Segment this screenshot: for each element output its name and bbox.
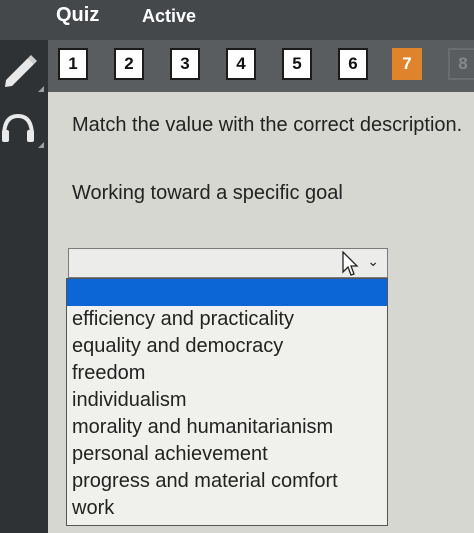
question-navigator: 1 2 3 4 5 6 7 8 — [48, 40, 474, 92]
tool-menu-corner-icon — [38, 142, 44, 148]
dropdown-option[interactable]: personal achievement — [67, 441, 387, 468]
dropdown-option[interactable]: morality and humanitarianism — [67, 414, 387, 441]
dropdown-option[interactable]: freedom — [67, 360, 387, 387]
app-title: Quiz — [56, 4, 100, 26]
dropdown-option-blank[interactable] — [67, 279, 387, 306]
tool-menu-corner-icon — [38, 86, 44, 92]
match-item-text: Working toward a specific goal — [72, 182, 343, 204]
dropdown-option[interactable]: efficiency and practicality — [67, 306, 387, 333]
question-7-button[interactable]: 7 — [392, 48, 422, 80]
question-8-button[interactable]: 8 — [448, 48, 474, 80]
pencil-tool-button[interactable] — [0, 44, 48, 96]
question-3-button[interactable]: 3 — [170, 48, 200, 80]
chevron-down-icon: ⌄ — [367, 253, 379, 269]
answer-select[interactable]: ⌄ — [68, 248, 388, 278]
dropdown-option[interactable]: equality and democracy — [67, 333, 387, 360]
dropdown-option[interactable]: individualism — [67, 387, 387, 414]
status-label: Active — [142, 6, 197, 26]
question-2-button[interactable]: 2 — [114, 48, 144, 80]
dropdown-option[interactable]: progress and material comfort — [67, 468, 387, 495]
top-bar: Quiz Active — [0, 0, 474, 40]
question-6-button[interactable]: 6 — [338, 48, 368, 80]
dropdown-option[interactable]: work — [67, 495, 387, 522]
mouse-pointer-icon — [342, 251, 359, 276]
answer-dropdown-list: efficiency and practicality equality and… — [66, 278, 388, 526]
question-prompt: Match the value with the correct descrip… — [72, 114, 463, 136]
audio-tool-button[interactable] — [0, 100, 48, 152]
question-5-button[interactable]: 5 — [282, 48, 312, 80]
tool-sidebar — [0, 40, 48, 533]
question-1-button[interactable]: 1 — [58, 48, 88, 80]
question-4-button[interactable]: 4 — [226, 48, 256, 80]
question-panel: Match the value with the correct descrip… — [48, 92, 474, 533]
